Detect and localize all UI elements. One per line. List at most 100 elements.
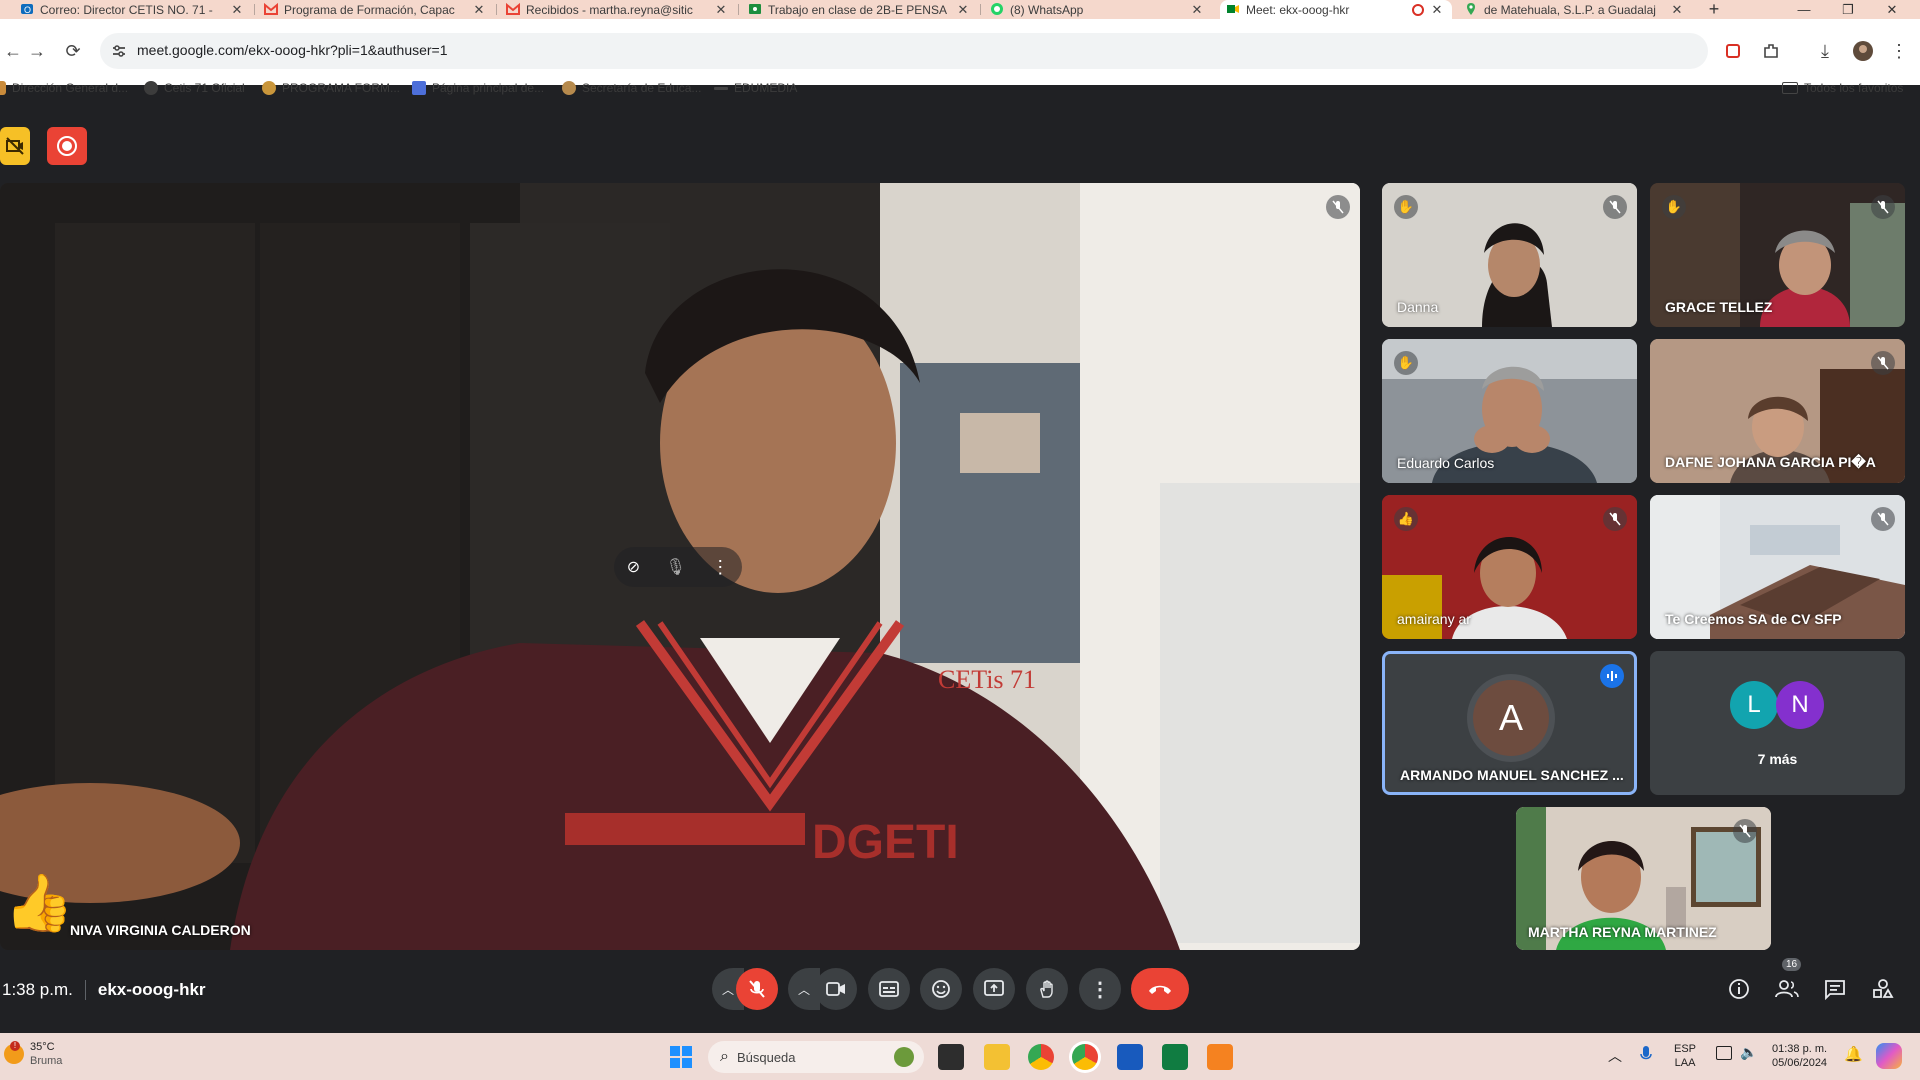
download-icon[interactable]: ⤓ [1812,38,1838,64]
reactions-button[interactable] [920,968,962,1010]
tab-gmail-programa[interactable]: Programa de Formación, Capac ✕ [258,0,494,19]
participant-tile[interactable]: DAFNE JOHANA GARCIA PI�A [1650,339,1905,483]
more-participants-tile[interactable]: L N 7 más [1650,651,1905,795]
app-orange-icon[interactable] [1207,1044,1233,1070]
bookmark-item[interactable]: PROGRAMA FORM... [262,79,400,97]
site-info-icon[interactable] [110,42,128,60]
close-tab-icon[interactable]: ✕ [1430,2,1444,18]
tab-title: (8) WhatsApp [1010,2,1084,17]
profile-avatar[interactable] [1850,38,1876,64]
people-button[interactable]: 16 [1770,958,1804,1006]
participant-tile[interactable]: ✋ GRACE TELLEZ [1650,183,1905,327]
task-view-icon[interactable] [938,1044,964,1070]
participant-tile[interactable]: ✋ Eduardo Carlos [1382,339,1637,483]
present-screen-button[interactable] [973,968,1015,1010]
meeting-time: 1:38 p.m. [2,980,73,999]
forward-icon[interactable]: → [24,38,50,64]
tab-outlook[interactable]: O Correo: Director CETIS NO. 71 - ✕ [14,0,252,19]
word-icon[interactable] [1117,1044,1143,1070]
participant-name: NIVA VIRGINIA CALDERON [70,922,251,938]
tab-maps[interactable]: de Matehuala, S.L.P. a Guadalaj ✕ [1458,0,1692,19]
close-tab-icon[interactable]: ✕ [230,2,244,18]
captions-button[interactable] [868,968,910,1010]
no-video-icon [6,137,24,155]
alert-badge: ! [10,1041,20,1051]
browser-menu-icon[interactable]: ⋮ [1886,38,1912,64]
mute-participant-icon[interactable]: 🎙 [666,557,686,577]
folder-icon [1782,82,1798,94]
bookmark-label: EDUMEDIA [734,81,798,95]
language-indicator[interactable]: ESP LAA [1674,1042,1696,1070]
muted-mic-icon [1733,819,1757,843]
pin-off-icon[interactable]: ⊘ [627,557,640,577]
activities-button[interactable] [1866,972,1900,1006]
tab-whatsapp[interactable]: (8) WhatsApp ✕ [984,0,1212,19]
main-speaker-tile[interactable]: DGETI CETis 71 ⊘ 🎙 ⋮ 👍 NIVA VIRGINIA CAL… [0,183,1360,950]
mic-toggle-button[interactable] [736,968,778,1010]
close-tab-icon[interactable]: ✕ [1670,2,1684,18]
raised-hand-icon: ✋ [1662,195,1686,219]
volume-icon[interactable]: 🔈 [1740,1044,1757,1061]
back-icon[interactable]: ← [0,38,26,64]
recording-indicator[interactable] [47,127,87,165]
address-bar[interactable]: meet.google.com/ekx-ooog-hkr?pli=1&authu… [100,33,1708,69]
tab-title: de Matehuala, S.L.P. a Guadalaj [1484,2,1656,17]
file-explorer-icon[interactable] [984,1044,1010,1070]
extensions-puzzle-icon[interactable] [1758,38,1784,64]
taskbar-search[interactable]: ⌕ Búsqueda [708,1041,924,1073]
close-tab-icon[interactable]: ✕ [714,2,728,18]
participant-tile[interactable]: ✋ Danna [1382,183,1637,327]
network-icon[interactable] [1716,1046,1732,1060]
all-bookmarks[interactable]: Todos los favoritos [1782,79,1903,97]
chrome-icon[interactable] [1028,1044,1054,1070]
bookmark-item[interactable]: Página principal de... [412,79,544,97]
close-window-icon[interactable]: ✕ [1872,0,1912,19]
bookmark-icon [0,81,6,95]
taskbar-clock[interactable]: 01:38 p. m. 05/06/2024 [1772,1042,1827,1070]
excel-icon[interactable] [1162,1044,1188,1070]
record-icon [57,136,77,156]
more-options-icon[interactable]: ⋮ [711,557,729,578]
participant-tile[interactable]: 👍 amairany ar [1382,495,1637,639]
tab-strip: O Correo: Director CETIS NO. 71 - ✕ Prog… [0,0,1920,19]
close-tab-icon[interactable]: ✕ [956,2,970,18]
participant-name: Eduardo Carlos [1397,455,1495,471]
close-tab-icon[interactable]: ✕ [1190,2,1204,18]
new-tab-button[interactable]: + [1694,0,1734,19]
tab-classroom[interactable]: Trabajo en clase de 2B-E PENSA ✕ [742,0,978,19]
raise-hand-button[interactable] [1026,968,1068,1010]
weather-desc: Bruma [30,1055,63,1067]
tray-chevron-icon[interactable]: ︿ [1608,1046,1622,1066]
close-tab-icon[interactable]: ✕ [472,2,486,18]
self-view-tile[interactable]: MARTHA REYNA MARTINEZ [1516,807,1771,950]
bookmark-label: Página principal de... [432,81,545,95]
camera-toggle-button[interactable] [815,968,857,1010]
minimize-icon[interactable]: — [1784,0,1824,19]
tab-gmail-recibidos[interactable]: Recibidos - martha.reyna@sitic ✕ [500,0,736,19]
weather-widget[interactable]: ! 35°C Bruma [4,1040,62,1068]
chat-button[interactable] [1818,972,1852,1006]
windows-start-icon[interactable] [668,1044,694,1070]
participant-tile-active-speaker[interactable]: A ARMANDO MANUEL SANCHEZ ... [1382,651,1637,795]
bookmark-item[interactable]: Dirección General d... [0,79,128,97]
reload-icon[interactable]: ⟳ [60,38,86,64]
participant-tile[interactable]: Te Creemos SA de CV SFP [1650,495,1905,639]
extension-icon-red[interactable] [1720,38,1746,64]
captions-off-chip[interactable] [0,127,30,165]
people-icon [1775,980,1799,998]
bookmark-label: Secretaría de Educa... [582,81,702,95]
tab-meet-active[interactable]: Meet: ekx-ooog-hkr ✕ [1220,0,1452,19]
chrome-active-icon[interactable] [1072,1044,1098,1070]
notification-bell-icon[interactable]: 🔔 [1844,1045,1863,1063]
bookmark-item[interactable]: EDUMEDIA [714,79,797,97]
meeting-details-button[interactable] [1722,972,1756,1006]
leave-call-button[interactable] [1131,968,1189,1010]
bookmark-item[interactable]: Secretaría de Educa... [562,79,701,97]
tray-mic-icon[interactable] [1640,1045,1652,1065]
bookmark-item[interactable]: Cetis 71 Oficial [144,79,245,97]
copilot-icon[interactable] [1876,1043,1902,1069]
avatar-initial: N [1791,691,1809,718]
more-options-button[interactable]: ⋮ [1079,968,1121,1010]
restore-icon[interactable]: ❐ [1828,0,1868,19]
language-code: ESP [1674,1043,1697,1055]
